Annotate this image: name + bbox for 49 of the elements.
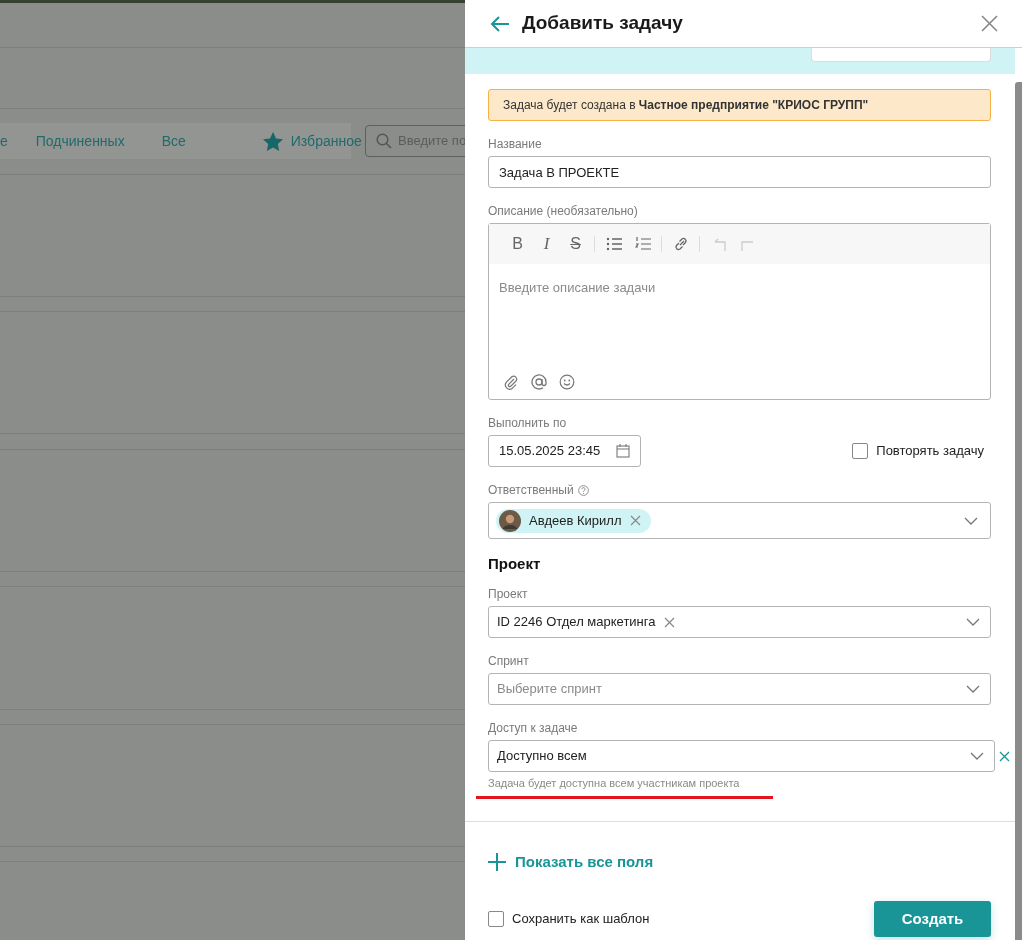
- smiley-icon[interactable]: [559, 374, 575, 390]
- field-label: Доступ к задаче: [488, 721, 579, 736]
- dialog-title: Добавить задачу: [522, 11, 683, 36]
- remove-icon[interactable]: [629, 515, 641, 526]
- plus-icon: [488, 853, 506, 871]
- select-field[interactable]: Выберите спринт: [488, 673, 991, 705]
- date-field[interactable]: 15.05.2025 23:45: [488, 435, 641, 467]
- field-label: Ответственный: [488, 483, 574, 498]
- back-arrow-icon[interactable]: [490, 15, 510, 32]
- paperclip-icon[interactable]: [503, 374, 519, 390]
- repeat-checkbox[interactable]: Повторять задачу: [852, 441, 984, 461]
- assignee-chip[interactable]: Авдеев Кирилл: [496, 508, 651, 533]
- avatar: [499, 509, 521, 532]
- numbered-list-icon[interactable]: [634, 236, 651, 252]
- italic-button[interactable]: I: [532, 230, 561, 258]
- chevron-down-icon[interactable]: [964, 516, 978, 525]
- chevron-down-icon[interactable]: [966, 685, 980, 693]
- section-heading: Проект: [488, 555, 542, 573]
- field-label: Описание (необязательно): [488, 204, 639, 219]
- search-icon: [376, 133, 392, 149]
- field-label: Название: [488, 137, 543, 152]
- field-label: Спринт: [488, 654, 530, 669]
- hint-text: Задача будет доступна всем участникам проекта: [488, 777, 741, 790]
- bulleted-list-icon[interactable]: [605, 236, 622, 252]
- at-sign-icon[interactable]: [531, 374, 547, 390]
- chevron-down-icon[interactable]: [970, 752, 984, 760]
- close-icon[interactable]: [981, 15, 998, 32]
- name-input[interactable]: Задача В ПРОЕКТЕ: [488, 156, 991, 188]
- clear-icon[interactable]: [999, 750, 1010, 762]
- bold-button[interactable]: B: [503, 230, 532, 258]
- link-icon[interactable]: [672, 236, 689, 252]
- assignee-select[interactable]: Авдеев Кирилл: [488, 502, 991, 539]
- scrollbar-thumb[interactable]: [1015, 82, 1022, 940]
- strikethrough-button[interactable]: S: [561, 230, 590, 258]
- select-field[interactable]: ID 2246 Отдел маркетинга: [488, 606, 991, 638]
- description-editor[interactable]: B I S Введите описание задачи: [488, 223, 991, 400]
- chevron-down-icon[interactable]: [966, 618, 980, 626]
- star-icon: [262, 131, 283, 151]
- show-all-fields-link[interactable]: Показать все поля: [488, 852, 654, 872]
- save-template-checkbox[interactable]: Сохранить как шаблон: [488, 909, 650, 929]
- create-button[interactable]: Создать: [874, 901, 991, 937]
- field-label: Выполнить по: [488, 416, 568, 431]
- clear-icon[interactable]: [664, 616, 676, 628]
- select-field[interactable]: [811, 48, 991, 62]
- field-label: Проект: [488, 587, 529, 602]
- select-field[interactable]: Доступно всем: [488, 740, 995, 772]
- help-icon[interactable]: [577, 485, 589, 496]
- notice-banner: Задача будет создана в Частное предприятие "КРИОС ГРУПП": [488, 89, 991, 121]
- calendar-icon[interactable]: [616, 444, 630, 458]
